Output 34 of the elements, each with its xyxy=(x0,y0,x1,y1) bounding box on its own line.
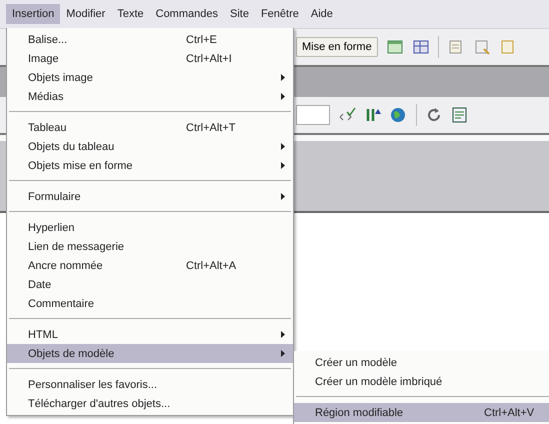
menu-item[interactable]: Télécharger d'autres objets... xyxy=(7,394,293,413)
menu-item[interactable]: Hyperlien xyxy=(7,218,293,237)
menu-item[interactable]: Date xyxy=(7,275,293,294)
menu-item[interactable]: HTML xyxy=(7,325,293,344)
input-field[interactable] xyxy=(296,105,330,125)
document-icon[interactable] xyxy=(472,38,491,56)
menu-item[interactable]: Commentaire xyxy=(7,294,293,313)
window-icon[interactable] xyxy=(386,38,404,56)
menu-item[interactable]: Médias xyxy=(7,87,293,106)
menu-item[interactable]: Image Ctrl+Alt+I xyxy=(7,49,293,68)
menu-title[interactable]: Aide xyxy=(304,4,339,24)
refresh-icon[interactable] xyxy=(425,106,443,124)
menu-item[interactable]: Ancre nommée Ctrl+Alt+A xyxy=(7,256,293,275)
menu-title[interactable]: Modifier xyxy=(60,4,112,24)
menu-item[interactable]: Objets de modèle xyxy=(7,344,293,363)
menu-title[interactable]: Insertion xyxy=(6,4,60,24)
globe-icon[interactable] xyxy=(390,106,408,124)
menu-item[interactable]: Créer un modèle imbriqué xyxy=(294,372,549,391)
menu-item[interactable]: Lien de messagerie xyxy=(7,237,293,256)
menu-item[interactable]: Créer un modèle xyxy=(294,353,549,372)
menu-item[interactable]: Objets du tableau xyxy=(7,137,293,156)
page-icon[interactable] xyxy=(451,106,469,124)
menu-item[interactable]: Personnaliser les favoris... xyxy=(7,375,293,394)
menu-title[interactable]: Site xyxy=(224,4,255,24)
menu-item[interactable]: Région modifiable Ctrl+Alt+V xyxy=(294,403,549,422)
menu-title[interactable]: Fenêtre xyxy=(254,4,305,24)
menu-item[interactable]: Formulaire xyxy=(7,187,293,206)
menu-title[interactable]: Commandes xyxy=(150,4,224,24)
menu-item[interactable]: Balise... Ctrl+E xyxy=(7,30,293,49)
menu-item[interactable]: Objets mise en forme xyxy=(7,156,293,175)
toolbar-button[interactable]: Mise en forme xyxy=(296,37,378,57)
sort-icon[interactable] xyxy=(364,106,382,124)
menu-title[interactable]: Texte xyxy=(111,4,150,24)
grid-icon[interactable] xyxy=(412,38,430,56)
